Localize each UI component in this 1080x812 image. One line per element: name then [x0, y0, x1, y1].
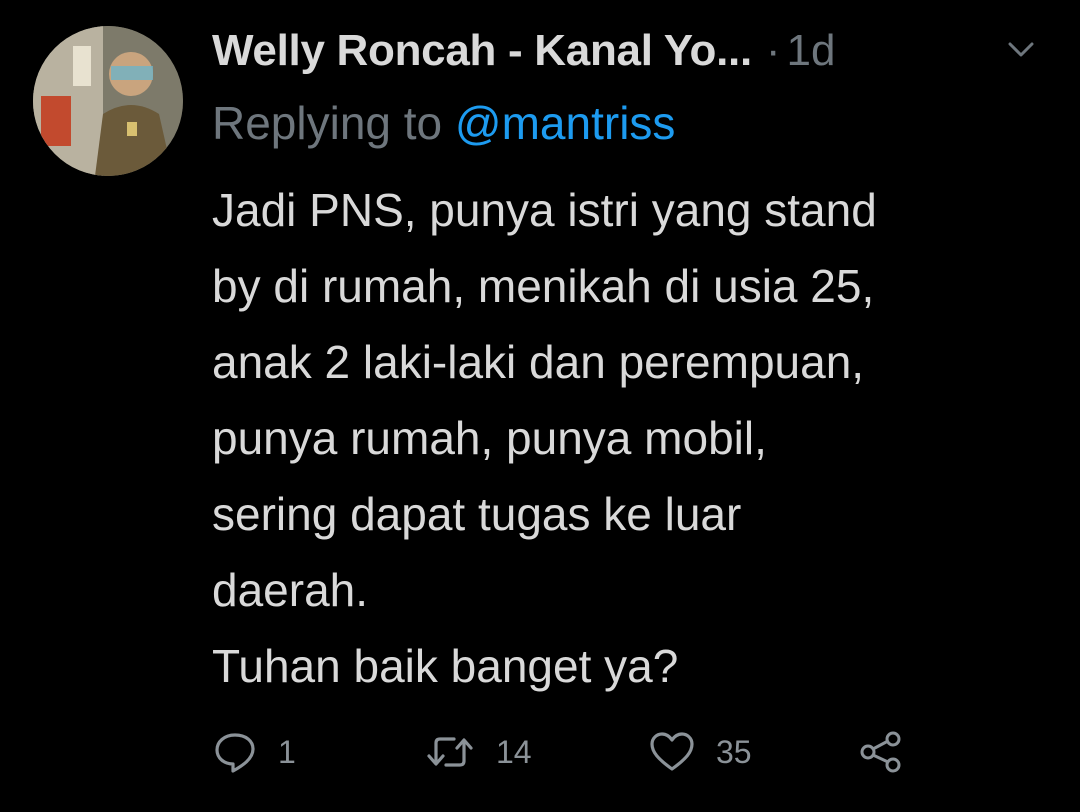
like-count: 35 — [716, 733, 752, 770]
replying-to: Replying to @mantriss — [212, 96, 675, 152]
tweet-text: Jadi PNS, punya istri yang stand by di r… — [212, 172, 1052, 704]
retweet-button[interactable]: 14 — [424, 724, 532, 780]
retweet-icon — [427, 737, 473, 767]
reply-button[interactable]: 1 — [212, 724, 296, 780]
tweet-text-line: anak 2 laki-laki dan perempuan, — [212, 336, 865, 388]
chevron-down-icon[interactable] — [1004, 36, 1038, 62]
separator-dot: · — [765, 26, 781, 75]
tweet-text-line: Jadi PNS, punya istri yang stand — [212, 184, 877, 236]
tweet-text-line: by di rumah, menikah di usia 25, — [212, 260, 875, 312]
reply-handle-link[interactable]: @mantriss — [455, 97, 676, 149]
tweet-actions: 1 14 35 — [212, 724, 1052, 780]
timestamp[interactable]: 1d — [787, 26, 836, 76]
share-button[interactable] — [858, 724, 904, 780]
tweet-text-line: punya rumah, punya mobil, — [212, 412, 767, 464]
tweet-text-line: sering dapat tugas ke luar — [212, 488, 742, 540]
heart-icon — [650, 732, 694, 771]
tweet-text-line: daerah. — [212, 564, 369, 616]
reply-prefix: Replying to — [212, 97, 443, 149]
tweet[interactable]: Welly Roncah - Kanal Yo... · 1d Replying… — [0, 0, 1080, 812]
retweet-count: 14 — [496, 733, 532, 770]
like-button[interactable]: 35 — [648, 724, 752, 780]
reply-count: 1 — [278, 733, 296, 770]
share-icon — [860, 731, 901, 773]
display-name[interactable]: Welly Roncah - Kanal Yo... — [212, 26, 752, 76]
avatar-image — [33, 26, 183, 176]
tweet-header: Welly Roncah - Kanal Yo... · 1d — [212, 20, 1052, 82]
avatar[interactable] — [33, 26, 183, 176]
tweet-text-line: Tuhan baik banget ya? — [212, 640, 679, 692]
reply-icon — [215, 733, 255, 773]
